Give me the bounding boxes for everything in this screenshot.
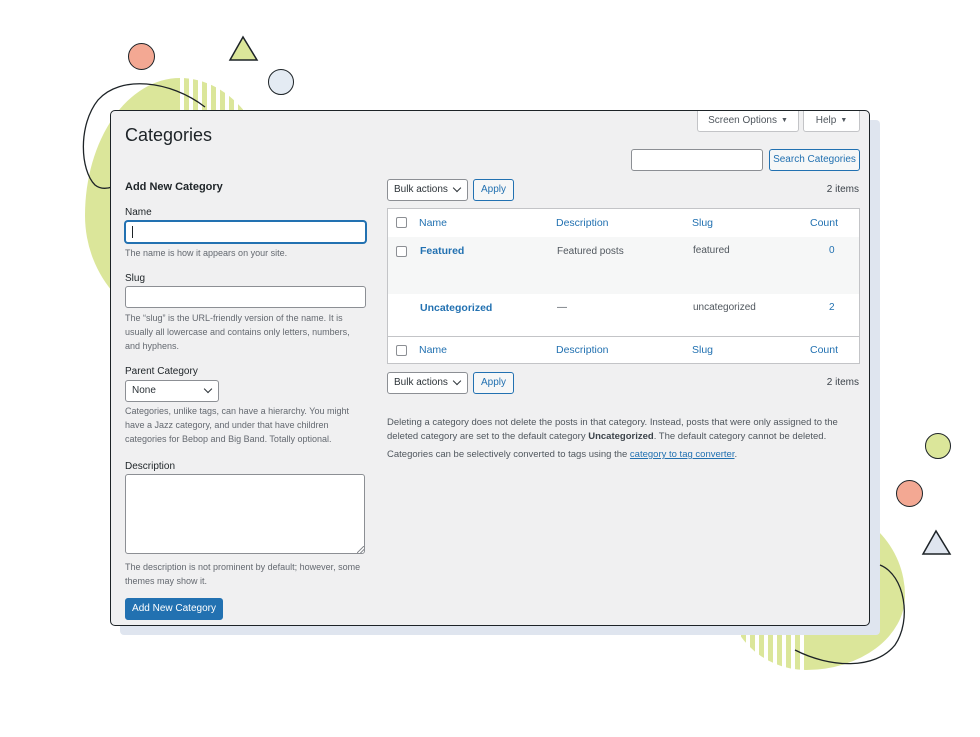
column-count[interactable]: Count	[810, 217, 838, 229]
category-count-link[interactable]: 2	[829, 302, 835, 313]
column-description[interactable]: Description	[556, 344, 609, 356]
bulk-actions-label: Bulk actions	[394, 377, 448, 388]
chevron-down-icon	[452, 183, 462, 193]
table-row: Featured Featured posts featured 0	[388, 237, 859, 294]
decor-triangle-icon	[921, 529, 952, 555]
delete-note-tail: . The default category cannot be deleted…	[653, 431, 827, 442]
chevron-down-icon	[452, 376, 462, 386]
select-all-checkbox[interactable]	[396, 217, 407, 228]
row-checkbox[interactable]	[396, 246, 407, 257]
caret-down-icon: ▼	[840, 117, 848, 124]
column-description[interactable]: Description	[556, 217, 609, 229]
items-count: 2 items	[826, 377, 859, 388]
convert-note-text: Categories can be selectively converted …	[387, 449, 630, 460]
column-name[interactable]: Name	[419, 217, 447, 229]
delete-note: Deleting a category does not delete the …	[387, 416, 857, 444]
category-count-link[interactable]: 0	[829, 245, 835, 256]
categories-table: Name Description Slug Count Featured Fea…	[387, 208, 860, 364]
screen-options-label: Screen Options	[708, 115, 777, 126]
decor-triangle-icon	[228, 35, 259, 61]
name-help: The name is how it appears on your site.	[125, 248, 288, 258]
column-slug[interactable]: Slug	[692, 217, 713, 229]
parent-selected: None	[132, 385, 156, 396]
column-count[interactable]: Count	[810, 344, 838, 356]
caret-down-icon: ▼	[781, 117, 788, 124]
page-title: Categories	[125, 125, 213, 145]
convert-note: Categories can be selectively converted …	[387, 448, 857, 462]
convert-note-tail: .	[734, 449, 738, 460]
category-to-tag-converter-link[interactable]: category to tag converter	[630, 449, 735, 460]
bulk-actions-label: Bulk actions	[394, 184, 448, 195]
text-cursor	[132, 226, 133, 238]
table-row: Uncategorized — uncategorized 2	[388, 294, 859, 336]
column-name[interactable]: Name	[419, 344, 447, 356]
bulk-actions-select[interactable]: Bulk actions	[387, 372, 468, 394]
parent-help: Categories, unlike tags, can have a hier…	[125, 406, 349, 444]
name-input[interactable]	[125, 221, 366, 243]
add-new-category-button[interactable]: Add New Category	[125, 598, 223, 620]
bulk-actions-select[interactable]: Bulk actions	[387, 179, 468, 201]
help-label: Help	[815, 115, 837, 126]
slug-label: Slug	[125, 273, 146, 284]
chevron-down-icon	[203, 384, 213, 394]
select-all-checkbox[interactable]	[396, 345, 407, 356]
category-name-link[interactable]: Featured	[420, 245, 464, 257]
description-label: Description	[125, 461, 176, 472]
search-input[interactable]	[631, 149, 763, 171]
category-slug: featured	[693, 245, 730, 256]
categories-panel: Categories Screen Options ▼ Help ▼ Search …	[110, 110, 870, 626]
slug-help: The “slug” is the URL-friendly version o…	[125, 313, 350, 351]
decor-circle-icon	[128, 43, 155, 70]
category-slug: uncategorized	[693, 302, 756, 313]
default-category-name: Uncategorized	[588, 431, 654, 442]
slug-input[interactable]	[125, 286, 366, 308]
parent-label: Parent Category	[125, 366, 198, 377]
category-name-link[interactable]: Uncategorized	[420, 302, 492, 314]
parent-select[interactable]: None	[125, 380, 219, 402]
category-description: Featured posts	[557, 246, 624, 257]
table-footer: Name Description Slug Count	[388, 336, 859, 364]
name-label: Name	[125, 207, 152, 218]
form-heading: Add New Category	[125, 181, 223, 193]
help-button[interactable]: Help ▼	[803, 111, 860, 132]
decor-circle-icon	[896, 480, 923, 507]
table-header: Name Description Slug Count	[388, 209, 859, 238]
apply-button[interactable]: Apply	[473, 372, 514, 394]
items-count: 2 items	[826, 184, 859, 195]
screen-options-button[interactable]: Screen Options ▼	[697, 111, 799, 132]
category-description: —	[557, 302, 567, 313]
search-categories-button[interactable]: Search Categories	[769, 149, 860, 171]
description-textarea[interactable]	[125, 474, 365, 554]
decor-circle-icon	[268, 69, 294, 95]
decor-stripes	[180, 78, 265, 111]
description-help: The description is not prominent by defa…	[125, 562, 361, 586]
apply-button[interactable]: Apply	[473, 179, 514, 201]
decor-circle-icon	[925, 433, 951, 459]
column-slug[interactable]: Slug	[692, 344, 713, 356]
resize-grip-icon[interactable]	[357, 546, 364, 553]
